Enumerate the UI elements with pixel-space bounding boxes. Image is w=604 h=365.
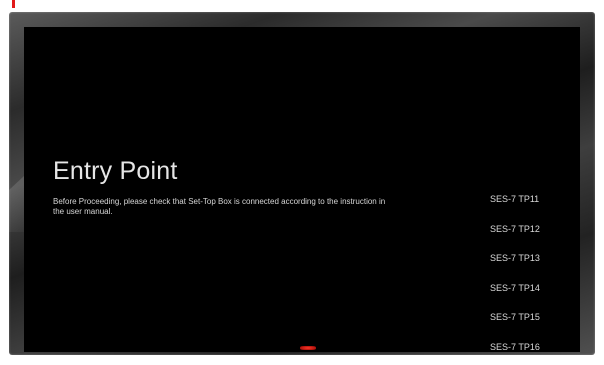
page: Entry Point Before Proceeding, please ch… [0,0,604,365]
transponder-item-tp14[interactable]: SES-7 TP14 [490,274,576,304]
transponder-item-tp11[interactable]: SES-7 TP11 [490,185,576,215]
power-led-indicator [300,346,316,350]
transponder-item-tp16[interactable]: SES-7 TP16 [490,333,576,353]
instruction-text: Before Proceeding, please check that Set… [53,197,386,216]
tv-frame: Entry Point Before Proceeding, please ch… [9,12,595,355]
tv-screen: Entry Point Before Proceeding, please ch… [24,27,580,352]
transponder-item-tp15[interactable]: SES-7 TP15 [490,303,576,333]
transponder-item-tp12[interactable]: SES-7 TP12 [490,215,576,245]
transponder-item-tp13[interactable]: SES-7 TP13 [490,244,576,274]
transponder-list: SES-7 TP11 SES-7 TP12 SES-7 TP13 SES-7 T… [490,185,576,352]
page-title: Entry Point [53,157,178,185]
red-corner-marker [12,0,15,8]
